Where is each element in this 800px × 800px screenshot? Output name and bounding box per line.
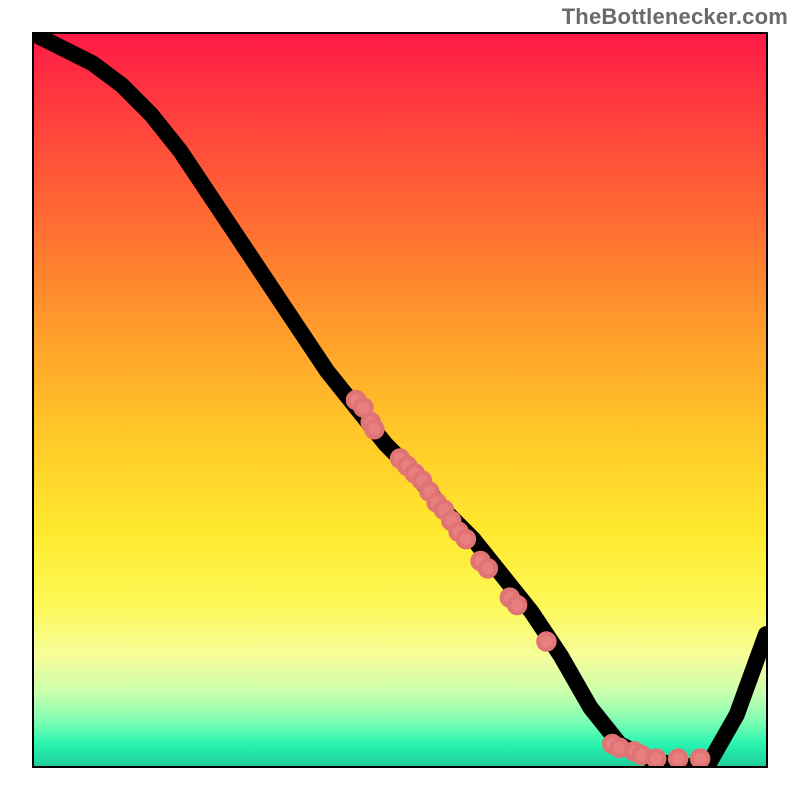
data-point [480, 560, 496, 576]
data-point [458, 531, 474, 547]
chart-root: TheBottlenecker.com [0, 0, 800, 800]
chart-overlay [34, 34, 766, 766]
watermark-text: TheBottlenecker.com [562, 4, 788, 30]
bottleneck-curve [34, 34, 766, 766]
data-point [692, 751, 708, 766]
data-point [538, 634, 554, 650]
data-point [670, 751, 686, 766]
plot-area [32, 32, 768, 768]
data-point [509, 597, 525, 613]
data-points-group [348, 392, 708, 766]
data-point [366, 421, 382, 437]
data-point [648, 751, 664, 766]
